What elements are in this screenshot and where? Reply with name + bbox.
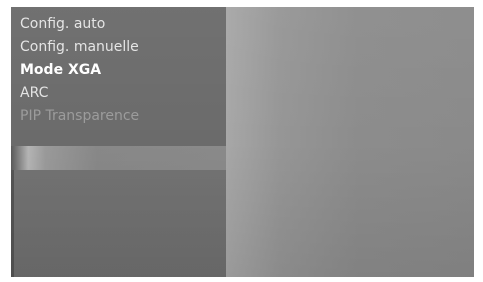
screen-left-edge: [11, 170, 14, 277]
menu-item-pip-transparence: PIP Transparence: [20, 108, 140, 124]
osd-menu-list: Config. auto Config. manuelle Mode XGA A…: [11, 7, 226, 128]
menu-item-config-manuelle[interactable]: Config. manuelle: [11, 36, 226, 59]
tv-screen: Config. auto Config. manuelle Mode XGA A…: [11, 7, 474, 277]
menu-item-arc[interactable]: ARC: [11, 82, 226, 105]
osd-highlight-bar: [11, 146, 226, 170]
menu-item-mode-xga[interactable]: Mode XGA: [11, 59, 226, 82]
osd-menu-panel: Config. auto Config. manuelle Mode XGA A…: [11, 7, 226, 146]
osd-info-panel: [11, 170, 226, 277]
menu-item-config-auto[interactable]: Config. auto: [11, 13, 226, 36]
